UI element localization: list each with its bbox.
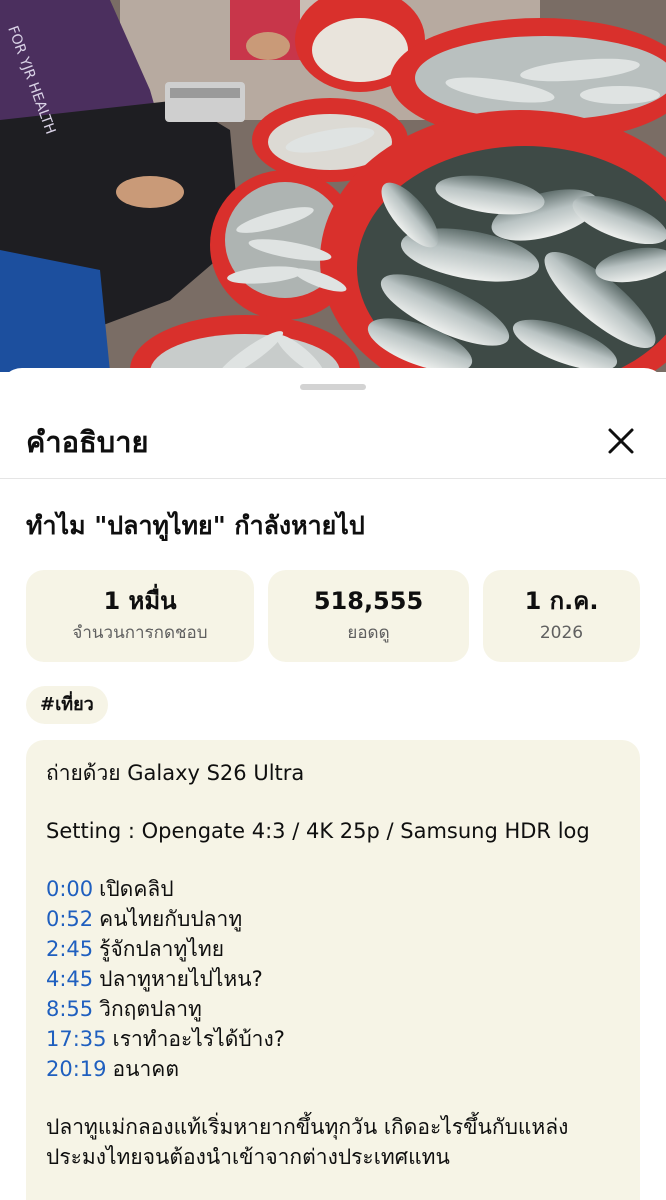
paragraph-line: ปลาทูแม่กลองแท้เริ่มหายากขึ้นทุกวัน เกิด…	[46, 1115, 569, 1139]
likes-count: 1 หมื่น	[103, 587, 177, 615]
close-button[interactable]	[600, 420, 642, 462]
description-text: ถ่ายด้วย Galaxy S26 Ultra Setting : Open…	[46, 758, 626, 1172]
chapter-item: 0:00 เปิดคลิป	[46, 874, 626, 904]
sheet-title: คำอธิบาย	[26, 425, 149, 459]
header-divider	[0, 478, 666, 479]
chapter-label: ปลาทูหายไปไหน?	[99, 967, 263, 991]
likes-stat-card: 1 หมื่น จำนวนการกดชอบ	[26, 570, 254, 662]
chapter-item: 0:52 คนไทยกับปลาทู	[46, 904, 626, 934]
chapter-label: เราทำอะไรได้บ้าง?	[112, 1027, 285, 1051]
likes-label: จำนวนการกดชอบ	[72, 623, 208, 643]
chapter-item: 8:55 วิกฤตปลาทู	[46, 994, 626, 1024]
chapter-label: อนาคต	[112, 1057, 179, 1081]
video-title: ทำไม "ปลาทูไทย" กำลังหายไป	[26, 511, 365, 540]
paragraph-line: ประมงไทยจนต้องนำเข้าจากต่างประเทศแทน	[46, 1145, 450, 1169]
chapter-timestamp[interactable]: 8:55	[46, 997, 93, 1021]
video-thumbnail[interactable]: FOR YJR HEALTH	[0, 0, 666, 372]
setting-line: Setting : Opengate 4:3 / 4K 25p / Samsun…	[46, 819, 590, 843]
chapter-timestamp[interactable]: 4:45	[46, 967, 93, 991]
chapter-timestamp[interactable]: 17:35	[46, 1027, 107, 1051]
chapter-item: 2:45 รู้จักปลาทูไทย	[46, 934, 626, 964]
publish-year: 2026	[539, 623, 584, 643]
date-stat-card: 1 ก.ค. 2026	[483, 570, 640, 662]
chapter-label: รู้จักปลาทูไทย	[99, 937, 225, 961]
chapter-timestamp[interactable]: 2:45	[46, 937, 93, 961]
chapter-item: 20:19 อนาคต	[46, 1054, 626, 1084]
chapter-label: วิกฤตปลาทู	[99, 997, 202, 1021]
description-box: ถ่ายด้วย Galaxy S26 Ultra Setting : Open…	[26, 740, 640, 1200]
chapter-item: 17:35 เราทำอะไรได้บ้าง?	[46, 1024, 626, 1054]
chapter-label: เปิดคลิป	[99, 877, 174, 901]
views-label: ยอดดู	[347, 623, 390, 643]
chapter-item: 4:45 ปลาทูหายไปไหน?	[46, 964, 626, 994]
chapter-label: คนไทยกับปลาทู	[99, 907, 243, 931]
chapter-timestamp[interactable]: 20:19	[46, 1057, 107, 1081]
description-sheet: คำอธิบาย ทำไม "ปลาทูไทย" กำลังหายไป 1 หม…	[0, 368, 666, 1200]
drag-handle[interactable]	[300, 384, 366, 390]
chapter-timestamp[interactable]: 0:52	[46, 907, 93, 931]
publish-date: 1 ก.ค.	[524, 587, 599, 615]
hashtag-chip[interactable]: #เที่ยว	[26, 686, 108, 724]
close-icon	[608, 428, 634, 454]
shot-with-line: ถ่ายด้วย Galaxy S26 Ultra	[46, 761, 305, 785]
views-count: 518,555	[313, 587, 424, 615]
chapter-timestamp[interactable]: 0:00	[46, 877, 93, 901]
views-stat-card: 518,555 ยอดดู	[268, 570, 469, 662]
fish-market-image: FOR YJR HEALTH	[0, 0, 666, 372]
